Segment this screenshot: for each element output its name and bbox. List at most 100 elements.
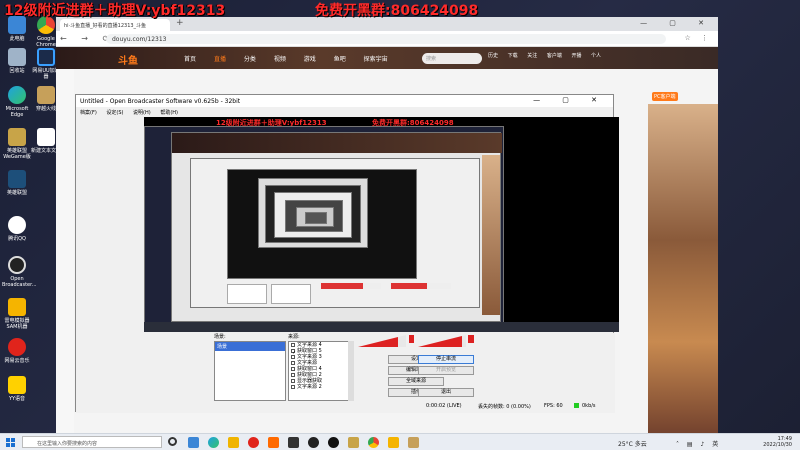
download-icon[interactable]: 下载 (508, 52, 518, 59)
desktop-icon-yy[interactable]: YY语音 (2, 376, 32, 402)
douyu-right-ads[interactable]: PC客户端 (648, 92, 718, 444)
source-checkbox[interactable] (291, 342, 295, 347)
desktop-icon-netease-music[interactable]: 网易云音乐 (2, 338, 32, 364)
file-explorer-icon[interactable] (228, 437, 239, 448)
volume-icon[interactable]: ♪ (701, 441, 708, 448)
chrome-taskbar-icon[interactable] (368, 437, 379, 448)
desktop-icon-edge[interactable]: Microsoft Edge (2, 86, 32, 118)
mic-volume-meter[interactable] (358, 333, 408, 347)
edge-taskbar-icon[interactable] (208, 437, 219, 448)
tray-icons[interactable]: ˄ ▤ ♪ 英 (676, 439, 721, 448)
obs-icon (8, 256, 26, 274)
nav-explore[interactable]: 探索宇宙 (364, 56, 388, 63)
obs-preview: 12级附近进群＋助理V:ybf12313 免费开黑群:806424098 (144, 117, 619, 332)
ime-indicator[interactable]: 英 (712, 441, 721, 448)
browser-toolbar: ← → ⟳ douyu.com/12313 ☆ ⋮ (56, 31, 718, 47)
douyu-search-input[interactable]: 搜索 (422, 53, 482, 64)
obs-window-controls[interactable]: — ▢ ✕ (533, 96, 607, 104)
obs-menu-file[interactable]: 档案(F) (80, 110, 97, 116)
weather-widget[interactable]: 25°C 多云 (618, 439, 647, 448)
preview-stream-button[interactable]: 开启预览 (418, 366, 474, 375)
browser-tab[interactable]: hi·斗鱼直播_好看的直播12313_斗鱼 (60, 19, 170, 31)
bitrate-readout: 0kb/s (582, 403, 596, 409)
source-checkbox-checked[interactable]: ✓ (291, 348, 296, 356)
obs-menu-settings[interactable]: 设定(S) (106, 110, 123, 116)
history-icon[interactable]: 历史 (488, 52, 498, 59)
obs-window: Untitled - Open Broadcaster Software v0.… (75, 94, 619, 413)
global-sources-button[interactable]: 全域来源 (388, 377, 444, 386)
lol-icon (8, 128, 26, 146)
lol-taskbar-icon[interactable] (408, 437, 419, 448)
chevron-up-icon[interactable]: ˄ (676, 441, 682, 448)
scenes-list[interactable]: 场景 (214, 341, 286, 401)
pc-client-banner[interactable]: PC客户端 (652, 92, 678, 101)
source-checkbox[interactable] (291, 354, 295, 359)
uu-accelerator-icon (37, 48, 55, 66)
nav-yuba[interactable]: 鱼吧 (334, 56, 346, 63)
profile-icon[interactable]: 个人 (591, 52, 601, 59)
obs-controls: 场景: 来源: 场景 文字来源 4 ✓获取窗口 5 文字来源 3 文字来源 获取… (76, 333, 615, 413)
desktop-icon-lol-wegame[interactable]: 英雄联盟 WeGame版 (2, 128, 32, 160)
nav-game[interactable]: 游戏 (304, 56, 316, 63)
douyu-taskbar-icon[interactable] (268, 437, 279, 448)
explorer-icon[interactable] (188, 437, 199, 448)
scene-item[interactable]: 场景 (215, 342, 285, 351)
dropped-frames: 丢失的帧数: 0 (0.00%) (478, 404, 531, 410)
exit-button[interactable]: 退出 (418, 388, 474, 397)
ldplayer-taskbar-icon[interactable] (388, 437, 399, 448)
address-bar[interactable]: douyu.com/12313 (106, 34, 666, 44)
desktop-icon-ldplayer[interactable]: 雷电模拟器 SAM机器 (2, 298, 32, 330)
obs-menu-help[interactable]: 帮助(H) (160, 110, 178, 116)
nav-live[interactable]: 直播 (214, 56, 226, 63)
broadcast-icon[interactable]: 开播 (571, 52, 581, 59)
windows-start-icon[interactable] (6, 438, 15, 447)
text-file-icon (37, 128, 55, 146)
crossfire-icon (37, 86, 55, 104)
desktop-icon-obs[interactable]: Open Broadcaster... (2, 256, 37, 288)
sources-scrollbar[interactable] (348, 341, 354, 401)
taskbar-search-input[interactable]: 在这里输入你要搜索的内容 (22, 436, 162, 448)
stream-health-indicator (574, 403, 579, 408)
source-checkbox-checked[interactable] (291, 366, 295, 371)
task-view-icon[interactable] (168, 437, 177, 446)
app-taskbar-icon[interactable] (288, 437, 299, 448)
source-checkbox-checked[interactable] (291, 378, 295, 383)
wegame-taskbar-icon[interactable] (348, 437, 359, 448)
stream-overlay-right: 免费开黑群:806424098 (315, 3, 479, 19)
network-icon[interactable]: ▤ (687, 441, 696, 448)
source-checkbox[interactable] (291, 384, 295, 389)
source-item[interactable]: 文字来源 2 (289, 384, 353, 390)
source-checkbox[interactable] (291, 360, 295, 365)
desktop-volume-meter[interactable] (418, 333, 468, 347)
nav-video[interactable]: 视频 (274, 56, 286, 63)
nav-home[interactable]: 首页 (184, 56, 196, 63)
nested-obs-1 (190, 158, 480, 308)
client-icon[interactable]: 客户端 (547, 52, 562, 59)
yy-icon (8, 376, 26, 394)
douyu-logo[interactable]: 斗鱼 (118, 52, 138, 67)
desktop-icon-qq[interactable]: 腾讯QQ (2, 216, 32, 242)
nested-browser-1 (171, 132, 502, 322)
mic-meter-graphic (358, 335, 406, 347)
obs-menu-about[interactable]: 说明(H) (133, 110, 151, 116)
browser-tool-icons[interactable]: ☆ ⋮ (684, 34, 712, 42)
nav-category[interactable]: 分类 (244, 56, 256, 63)
edge-icon (8, 86, 26, 104)
qq-taskbar-icon[interactable] (328, 437, 339, 448)
desktop-icon-lol[interactable]: 英雄联盟 (2, 170, 32, 196)
stop-stream-button[interactable]: 停止串流 (418, 355, 474, 364)
lol-client-icon (8, 170, 26, 188)
clock[interactable]: 17:49 2022/10/30 (763, 436, 792, 448)
browser-window-controls[interactable]: — ▢ ✕ (640, 19, 714, 27)
sources-list[interactable]: 文字来源 4 ✓获取窗口 5 文字来源 3 文字来源 获取窗口 4 获取窗口 2… (288, 341, 354, 401)
obs-taskbar-icon[interactable] (308, 437, 319, 448)
speaker-icon[interactable] (468, 335, 474, 343)
mic-mute-icon[interactable] (409, 335, 414, 343)
source-checkbox-checked[interactable] (291, 372, 295, 377)
douyu-header: 斗鱼 首页 直播 分类 视频 游戏 鱼吧 探索宇宙 搜索 历史 下载 关注 客户… (56, 47, 718, 69)
follow-icon[interactable]: 关注 (527, 52, 537, 59)
netease-taskbar-icon[interactable] (248, 437, 259, 448)
nested-screen-1 (144, 126, 504, 332)
desktop-icon-recycle-bin[interactable]: 回收站 (2, 48, 32, 74)
qq-icon (8, 216, 26, 234)
